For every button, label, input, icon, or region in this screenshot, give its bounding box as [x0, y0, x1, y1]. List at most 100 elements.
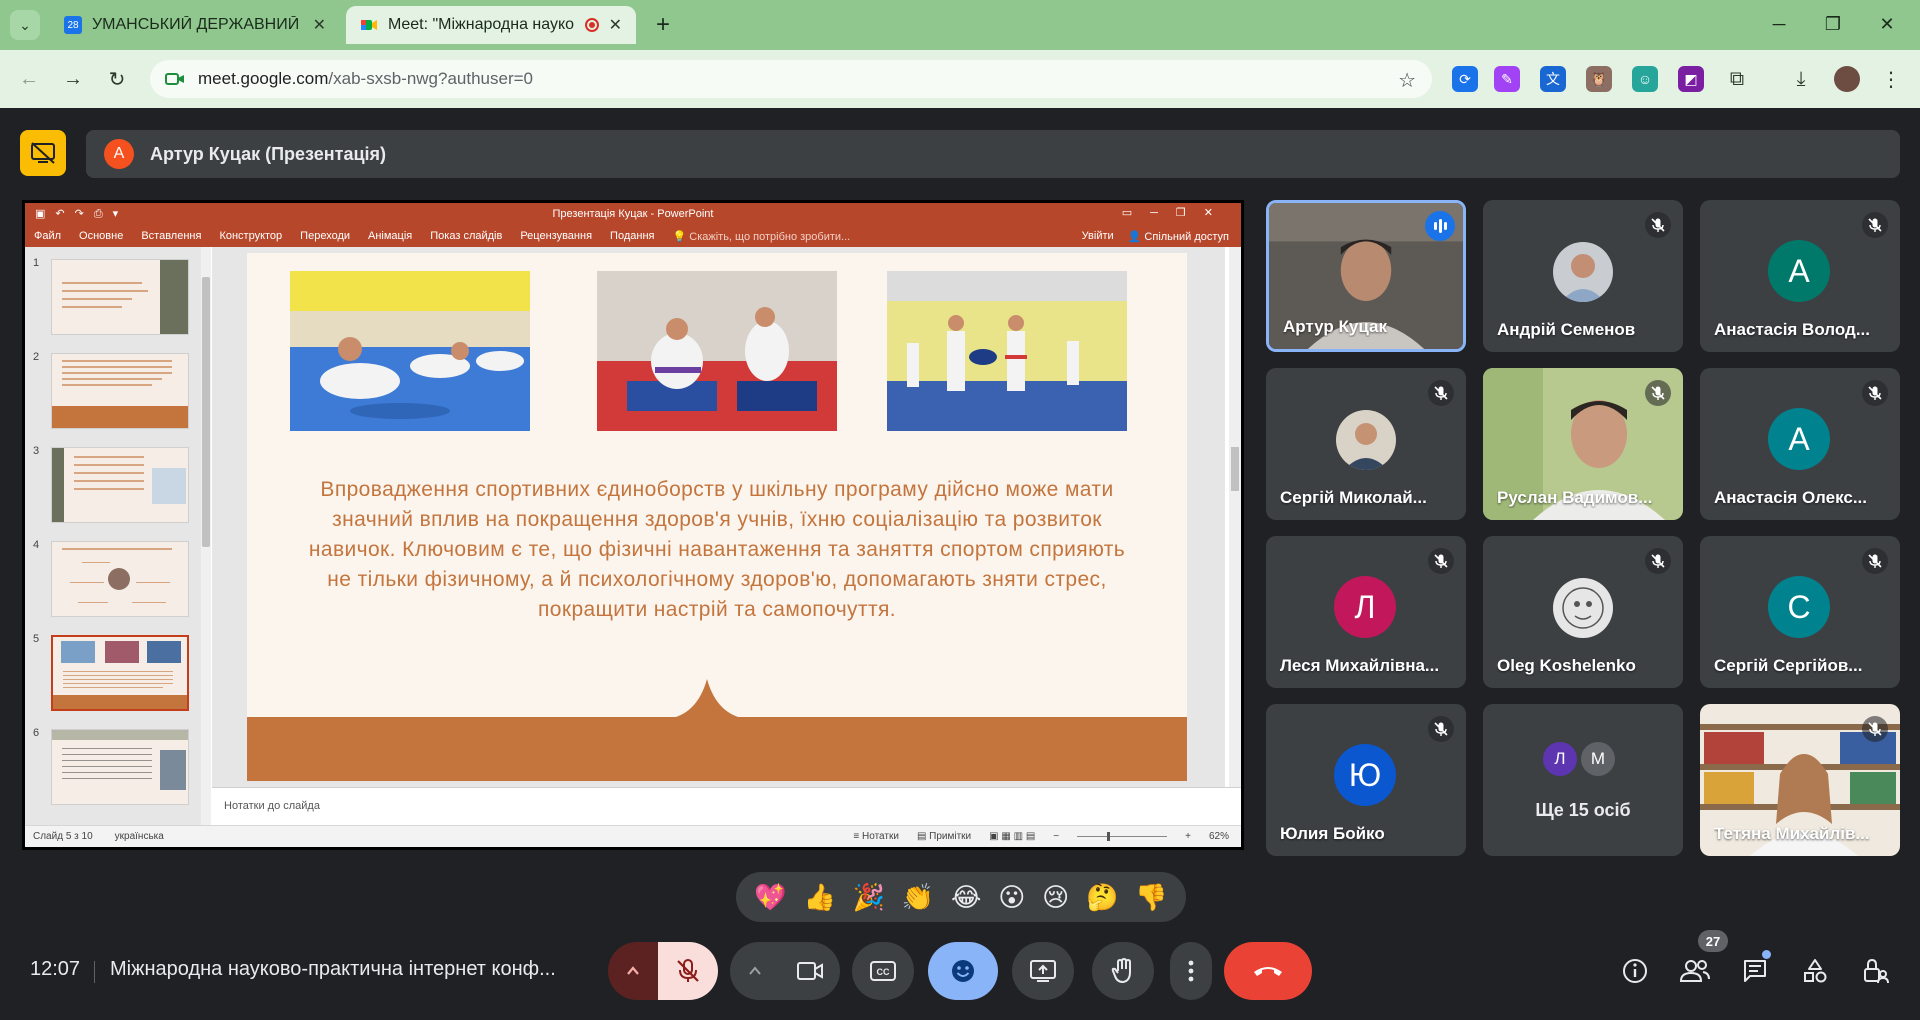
participant-tile-serhiy-s[interactable]: С Сергій Сергійов... [1700, 536, 1900, 688]
ribbon-tab-slideshow[interactable]: Показ слайдів [421, 230, 511, 242]
restore-button[interactable]: ❐ [1810, 8, 1856, 40]
camera-icon [797, 962, 823, 980]
participant-tile-yulia[interactable]: Ю Юлия Бойко [1266, 704, 1466, 856]
chat-button[interactable] [1738, 954, 1772, 988]
slide-number: 6 [33, 727, 40, 739]
microphone-toggle-button[interactable] [658, 942, 718, 1000]
participant-tile-lesya[interactable]: Л Леся Михайлівна... [1266, 536, 1466, 688]
slide-thumbnail-selected[interactable]: 5 [31, 633, 191, 713]
audio-options-button[interactable] [608, 942, 658, 1000]
participant-tile-serhiy-m[interactable]: Сергій Миколай... [1266, 368, 1466, 520]
slide-thumbnail[interactable]: 3 [31, 445, 191, 525]
reload-button[interactable]: ↻ [102, 64, 132, 94]
browser-menu-icon[interactable]: ⋮ [1878, 66, 1904, 92]
activities-shapes-icon [1804, 959, 1827, 983]
reactions-button[interactable] [928, 942, 998, 1000]
reaction-clapping[interactable]: 👏 [902, 884, 934, 910]
ribbon-tab-design[interactable]: Конструктор [210, 230, 291, 242]
camera-toggle-button[interactable] [780, 942, 840, 1000]
leave-call-button[interactable] [1224, 942, 1312, 1000]
slide-thumbnail[interactable]: 6 [31, 727, 191, 807]
participant-tile-artur[interactable]: Артур Куцак [1266, 200, 1466, 352]
ribbon-tab-view[interactable]: Подання [601, 230, 663, 242]
host-controls-button[interactable] [1858, 954, 1892, 988]
ribbon-tab-transitions[interactable]: Переходи [291, 230, 359, 242]
reaction-laughing[interactable]: 😂 [951, 884, 981, 910]
reaction-thumbs-down[interactable]: 👎 [1135, 884, 1167, 910]
reaction-sparkling-heart[interactable]: 💖 [754, 884, 786, 910]
more-participants-tile[interactable]: Л М Ще 15 осіб [1483, 704, 1683, 856]
scrollbar-thumb[interactable] [1231, 447, 1239, 491]
raise-hand-button[interactable] [1092, 942, 1154, 1000]
ribbon-tab-animations[interactable]: Анімація [359, 230, 421, 242]
reaction-thumbs-up[interactable]: 👍 [804, 884, 836, 910]
extension-pen-icon[interactable]: ✎ [1494, 66, 1520, 92]
forward-button[interactable]: → [58, 64, 88, 94]
slide-notes[interactable]: Нотатки до слайда [212, 787, 1241, 825]
comments-toggle[interactable]: ▤ Примітки [917, 831, 971, 842]
tell-me-search[interactable]: 💡 Скажіть, що потрібно зробити... [663, 230, 859, 243]
scrollbar-thumb[interactable] [202, 277, 210, 547]
tab-title: УМАНСЬКИЙ ДЕРЖАВНИЙ ПЕ [92, 16, 303, 33]
more-options-button[interactable] [1170, 942, 1212, 1000]
reaction-surprised[interactable]: 😮 [998, 884, 1025, 910]
tab-search-button[interactable]: ⌄ [10, 10, 40, 40]
tab-meet[interactable]: Meet: "Міжнародна науко ✕ [346, 6, 636, 44]
participant-tile-ruslan[interactable]: Руслан Вадимов... [1483, 368, 1683, 520]
tab-umansky[interactable]: 28 УМАНСЬКИЙ ДЕРЖАВНИЙ ПЕ ✕ [50, 6, 340, 44]
download-icon[interactable]: ⤓ [1788, 66, 1814, 92]
zoom-slider[interactable] [1077, 832, 1168, 841]
zoom-level[interactable]: 62% [1209, 831, 1229, 842]
ribbon-tab-insert[interactable]: Вставлення [132, 230, 210, 242]
new-tab-button[interactable]: + [648, 10, 678, 40]
close-window-button[interactable]: ✕ [1864, 8, 1910, 40]
zoom-in-icon[interactable]: + [1185, 831, 1191, 842]
present-screen-button[interactable] [1012, 942, 1074, 1000]
extension-translate-icon[interactable]: 文 [1540, 66, 1566, 92]
slide-thumbnail-image [51, 447, 189, 523]
ribbon-tab-home[interactable]: Основне [70, 230, 132, 242]
extension-owl-icon[interactable]: 🦉 [1586, 66, 1612, 92]
participant-tile-anastasia-v[interactable]: А Анастасія Волод... [1700, 200, 1900, 352]
participant-tile-oleg[interactable]: Oleg Koshelenko [1483, 536, 1683, 688]
extension-slash-icon[interactable]: ◩ [1678, 66, 1704, 92]
captions-button[interactable]: CC [852, 942, 914, 1000]
people-button[interactable] [1678, 954, 1712, 988]
ribbon-tab-review[interactable]: Рецензування [511, 230, 601, 242]
thumbnails-scrollbar[interactable] [201, 247, 211, 825]
extension-face-icon[interactable]: ☺ [1632, 66, 1658, 92]
reaction-party-popper[interactable]: 🎉 [853, 884, 885, 910]
meeting-details-button[interactable] [1618, 954, 1652, 988]
close-tab-icon[interactable]: ✕ [313, 15, 326, 35]
notes-toggle[interactable]: ≡ Нотатки [853, 831, 899, 842]
plus-icon: + [655, 11, 670, 38]
activities-button[interactable] [1798, 954, 1832, 988]
view-buttons[interactable]: ▣ ▦ ▥ ▤ [989, 831, 1035, 842]
participant-tile-andriy[interactable]: Андрій Семенов [1483, 200, 1683, 352]
address-bar[interactable]: meet.google.com/xab-sxsb-nwg?authuser=0 … [150, 60, 1432, 98]
arrow-left-icon: ← [19, 67, 39, 90]
bookmark-star-icon[interactable]: ☆ [1398, 68, 1416, 93]
extensions-puzzle-icon[interactable]: ⧉ [1724, 66, 1750, 92]
zoom-out-icon[interactable]: − [1053, 831, 1059, 842]
reaction-crying[interactable]: 😢 [1042, 884, 1069, 910]
participant-tile-anastasia-o[interactable]: А Анастасія Олекс... [1700, 368, 1900, 520]
stop-presenting-icon[interactable] [20, 130, 66, 176]
slide-scrollbar[interactable] [1229, 247, 1241, 787]
back-button[interactable]: ← [14, 64, 44, 94]
extension-sync-icon[interactable]: ⟳ [1452, 66, 1478, 92]
reaction-thinking[interactable]: 🤔 [1086, 884, 1118, 910]
slide-thumbnail[interactable]: 4 [31, 539, 191, 619]
close-tab-icon[interactable]: ✕ [609, 15, 622, 35]
divider [94, 961, 95, 983]
share-button[interactable]: 👤 Спільний доступ [1128, 230, 1229, 243]
ribbon-tab-file[interactable]: Файл [25, 230, 70, 242]
video-options-button[interactable] [730, 942, 780, 1000]
slide-thumbnail[interactable]: 2 [31, 351, 191, 431]
sign-in-link[interactable]: Увійти [1082, 230, 1114, 243]
language-indicator[interactable]: українська [115, 831, 164, 842]
minimize-button[interactable]: ─ [1756, 8, 1802, 40]
profile-avatar[interactable] [1834, 66, 1860, 92]
slide-thumbnail[interactable]: 1 [31, 257, 191, 337]
participant-tile-tetiana[interactable]: Тетяна Михайлів... [1700, 704, 1900, 856]
